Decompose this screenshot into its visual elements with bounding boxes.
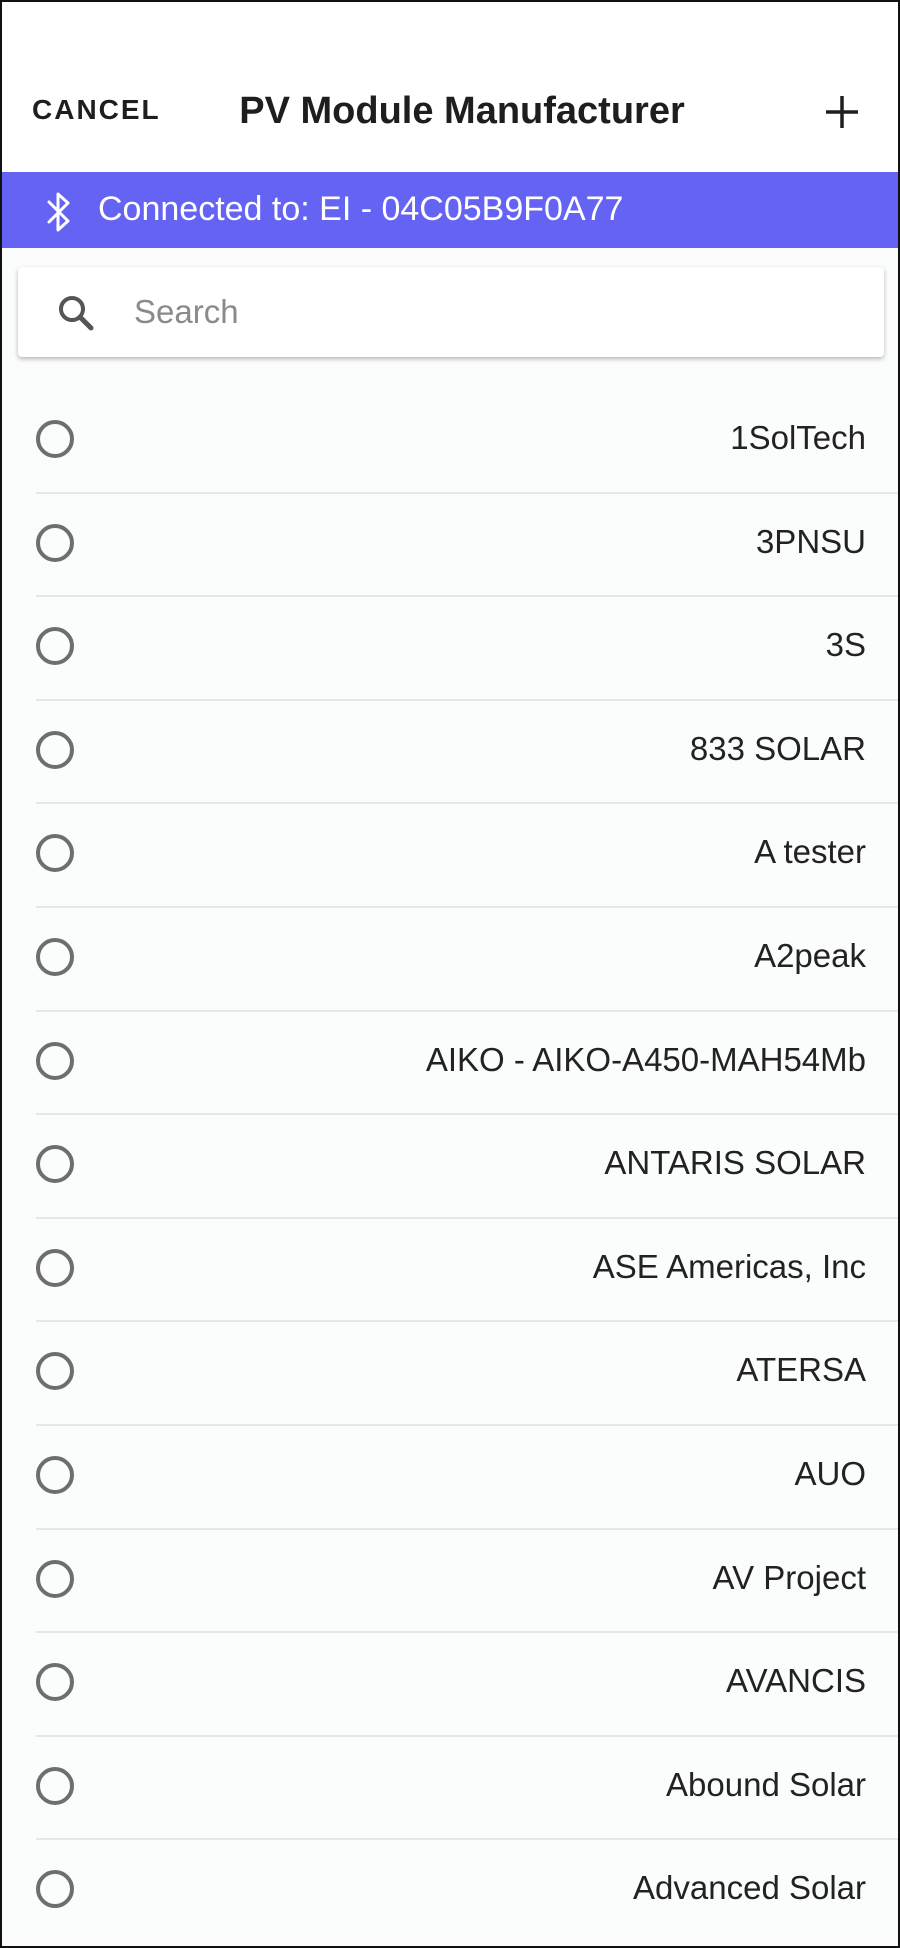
manufacturer-label: A tester	[754, 833, 866, 871]
radio-button[interactable]	[36, 1248, 74, 1287]
radio-button[interactable]	[36, 834, 74, 873]
manufacturer-label: AIKO - AIKO-A450-MAH54Mb	[425, 1040, 866, 1078]
radio-button[interactable]	[36, 1870, 74, 1909]
add-button[interactable]	[820, 90, 864, 134]
radio-button[interactable]	[36, 627, 74, 666]
list-item[interactable]: 1SolTech	[2, 390, 898, 494]
manufacturer-label: Abound Solar	[666, 1765, 866, 1803]
radio-button[interactable]	[36, 420, 74, 458]
radio-button[interactable]	[36, 730, 74, 769]
list-item[interactable]: ANTARIS SOLAR	[2, 1115, 898, 1219]
connection-banner: Connected to: EI - 04C05B9F0A77	[2, 172, 898, 248]
manufacturer-label: 3PNSU	[755, 522, 866, 560]
list-item[interactable]: AUO	[2, 1426, 898, 1530]
radio-button[interactable]	[36, 1559, 74, 1598]
list-item[interactable]: AVANCIS	[2, 1633, 898, 1737]
plus-icon	[826, 96, 858, 128]
radio-button[interactable]	[36, 523, 74, 562]
list-item[interactable]: AV Project	[2, 1530, 898, 1634]
manufacturer-label: ATERSA	[736, 1351, 866, 1389]
list-item[interactable]: A tester	[2, 804, 898, 908]
radio-button[interactable]	[36, 1145, 74, 1184]
list-item[interactable]: 3PNSU	[2, 494, 898, 598]
header: CANCEL PV Module Manufacturer	[2, 2, 898, 172]
list-item[interactable]: Advanced Solar	[2, 1840, 898, 1944]
connection-status: Connected to: EI - 04C05B9F0A77	[98, 190, 624, 228]
manufacturer-label: AUO	[794, 1454, 866, 1492]
bluetooth-icon	[47, 192, 70, 232]
radio-button[interactable]	[36, 1041, 74, 1080]
list-item[interactable]: 833 SOLAR	[2, 701, 898, 805]
list-item[interactable]: Abound Solar	[2, 1737, 898, 1841]
manufacturer-label: AV Project	[712, 1558, 866, 1596]
manufacturer-label: A2peak	[754, 936, 866, 974]
cancel-button[interactable]: CANCEL	[32, 94, 161, 126]
radio-button[interactable]	[36, 1766, 74, 1805]
radio-button[interactable]	[36, 1455, 74, 1494]
manufacturer-label: ANTARIS SOLAR	[604, 1144, 866, 1182]
manufacturer-label: 833 SOLAR	[689, 729, 866, 767]
manufacturer-label: 3S	[825, 626, 866, 664]
list-item[interactable]: AIKO - AIKO-A450-MAH54Mb	[2, 1012, 898, 1116]
manufacturer-list: 1SolTech 3PNSU 3S 833 SOLAR A tester A2peak AI…	[2, 390, 898, 1944]
radio-button[interactable]	[36, 1663, 74, 1702]
search-input[interactable]	[134, 285, 854, 339]
list-item[interactable]: ASE Americas, Inc	[2, 1219, 898, 1323]
search-icon	[59, 296, 94, 331]
radio-button[interactable]	[36, 937, 74, 976]
list-item[interactable]: A2peak	[2, 908, 898, 1012]
radio-button[interactable]	[36, 1352, 74, 1391]
search-bar	[18, 267, 884, 357]
list-item[interactable]: 3S	[2, 597, 898, 701]
page-title: PV Module Manufacturer	[239, 90, 685, 132]
screen: CANCEL PV Module Manufacturer Connected …	[0, 0, 900, 1948]
manufacturer-label: AVANCIS	[726, 1662, 866, 1700]
list-item[interactable]: ATERSA	[2, 1322, 898, 1426]
manufacturer-label: Advanced Solar	[633, 1869, 866, 1907]
manufacturer-label: ASE Americas, Inc	[592, 1247, 866, 1285]
manufacturer-label: 1SolTech	[730, 419, 866, 456]
